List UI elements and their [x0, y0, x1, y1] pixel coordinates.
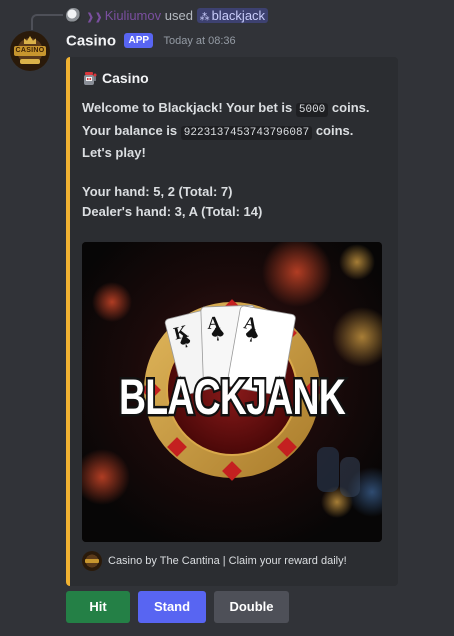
bot-avatar[interactable]: CASINO	[10, 31, 50, 71]
slash-command-name: blackjack	[211, 8, 266, 23]
timestamp[interactable]: Today at 08:36	[163, 35, 235, 47]
lets-play-text: Let's play!	[82, 145, 146, 160]
double-button[interactable]: Double	[214, 591, 289, 623]
balance-label: Your balance is	[82, 122, 178, 138]
avatar-base-decoration	[20, 59, 40, 64]
casino-footer-icon	[82, 551, 102, 571]
embed-image[interactable]: K A A BLACKJANK	[82, 242, 382, 542]
avatar-crown-icon	[24, 36, 36, 44]
coins-label: coins.	[331, 100, 370, 115]
coins-label: coins.	[315, 122, 354, 138]
player-hand: Your hand: 5, 2 (Total: 7)	[82, 184, 233, 199]
command-reference[interactable]: ❱❱ Kiuliumov used ⁂ blackjack	[0, 0, 454, 30]
blackjank-artwork: K A A BLACKJANK	[82, 242, 382, 542]
embed-footer: Casino by The Cantina | Claim your rewar…	[82, 551, 347, 571]
slash-command-mention[interactable]: ⁂ blackjack	[196, 8, 269, 23]
embed-author: Casino	[82, 69, 149, 89]
balance-line: Your balance is 9223137453743796087 coin…	[82, 121, 382, 144]
balance-amount: 9223137453743796087	[180, 125, 313, 140]
embed: Casino Welcome to Blackjack! Your bet is…	[66, 57, 398, 586]
slot-machine-icon	[82, 70, 98, 86]
stand-button[interactable]: Stand	[138, 591, 206, 623]
hit-button[interactable]: Hit	[66, 591, 130, 623]
author-name[interactable]: Casino	[66, 32, 116, 49]
reply-content: ❱❱ Kiuliumov used ⁂ blackjack	[86, 7, 269, 26]
welcome-text: Welcome to Blackjack! Your bet is	[82, 100, 293, 115]
used-label: used	[164, 8, 193, 23]
embed-author-name: Casino	[102, 69, 149, 86]
reply-user-avatar[interactable]	[66, 8, 81, 23]
avatar-logo-text: CASINO	[14, 46, 46, 56]
bet-line: Welcome to Blackjack! Your bet is 5000 c…	[82, 98, 382, 121]
dealer-hand: Dealer's hand: 3, A (Total: 14)	[82, 203, 263, 219]
bet-amount: 5000	[295, 103, 329, 117]
app-badge: APP	[124, 33, 154, 49]
message-header: Casino APP Today at 08:36	[66, 32, 236, 52]
embed-description: Welcome to Blackjack! Your bet is 5000 c…	[82, 98, 382, 221]
reply-username[interactable]: Kiuliumov	[105, 8, 161, 23]
blackjank-wordmark: BLACKJANK	[119, 369, 346, 425]
footer-text: Casino by The Cantina | Claim your rewar…	[108, 555, 347, 567]
reply-spine	[31, 14, 63, 30]
reply-user-decoration-icon: ❱❱	[86, 12, 103, 23]
slash-command-icon: ⁂	[199, 12, 210, 23]
